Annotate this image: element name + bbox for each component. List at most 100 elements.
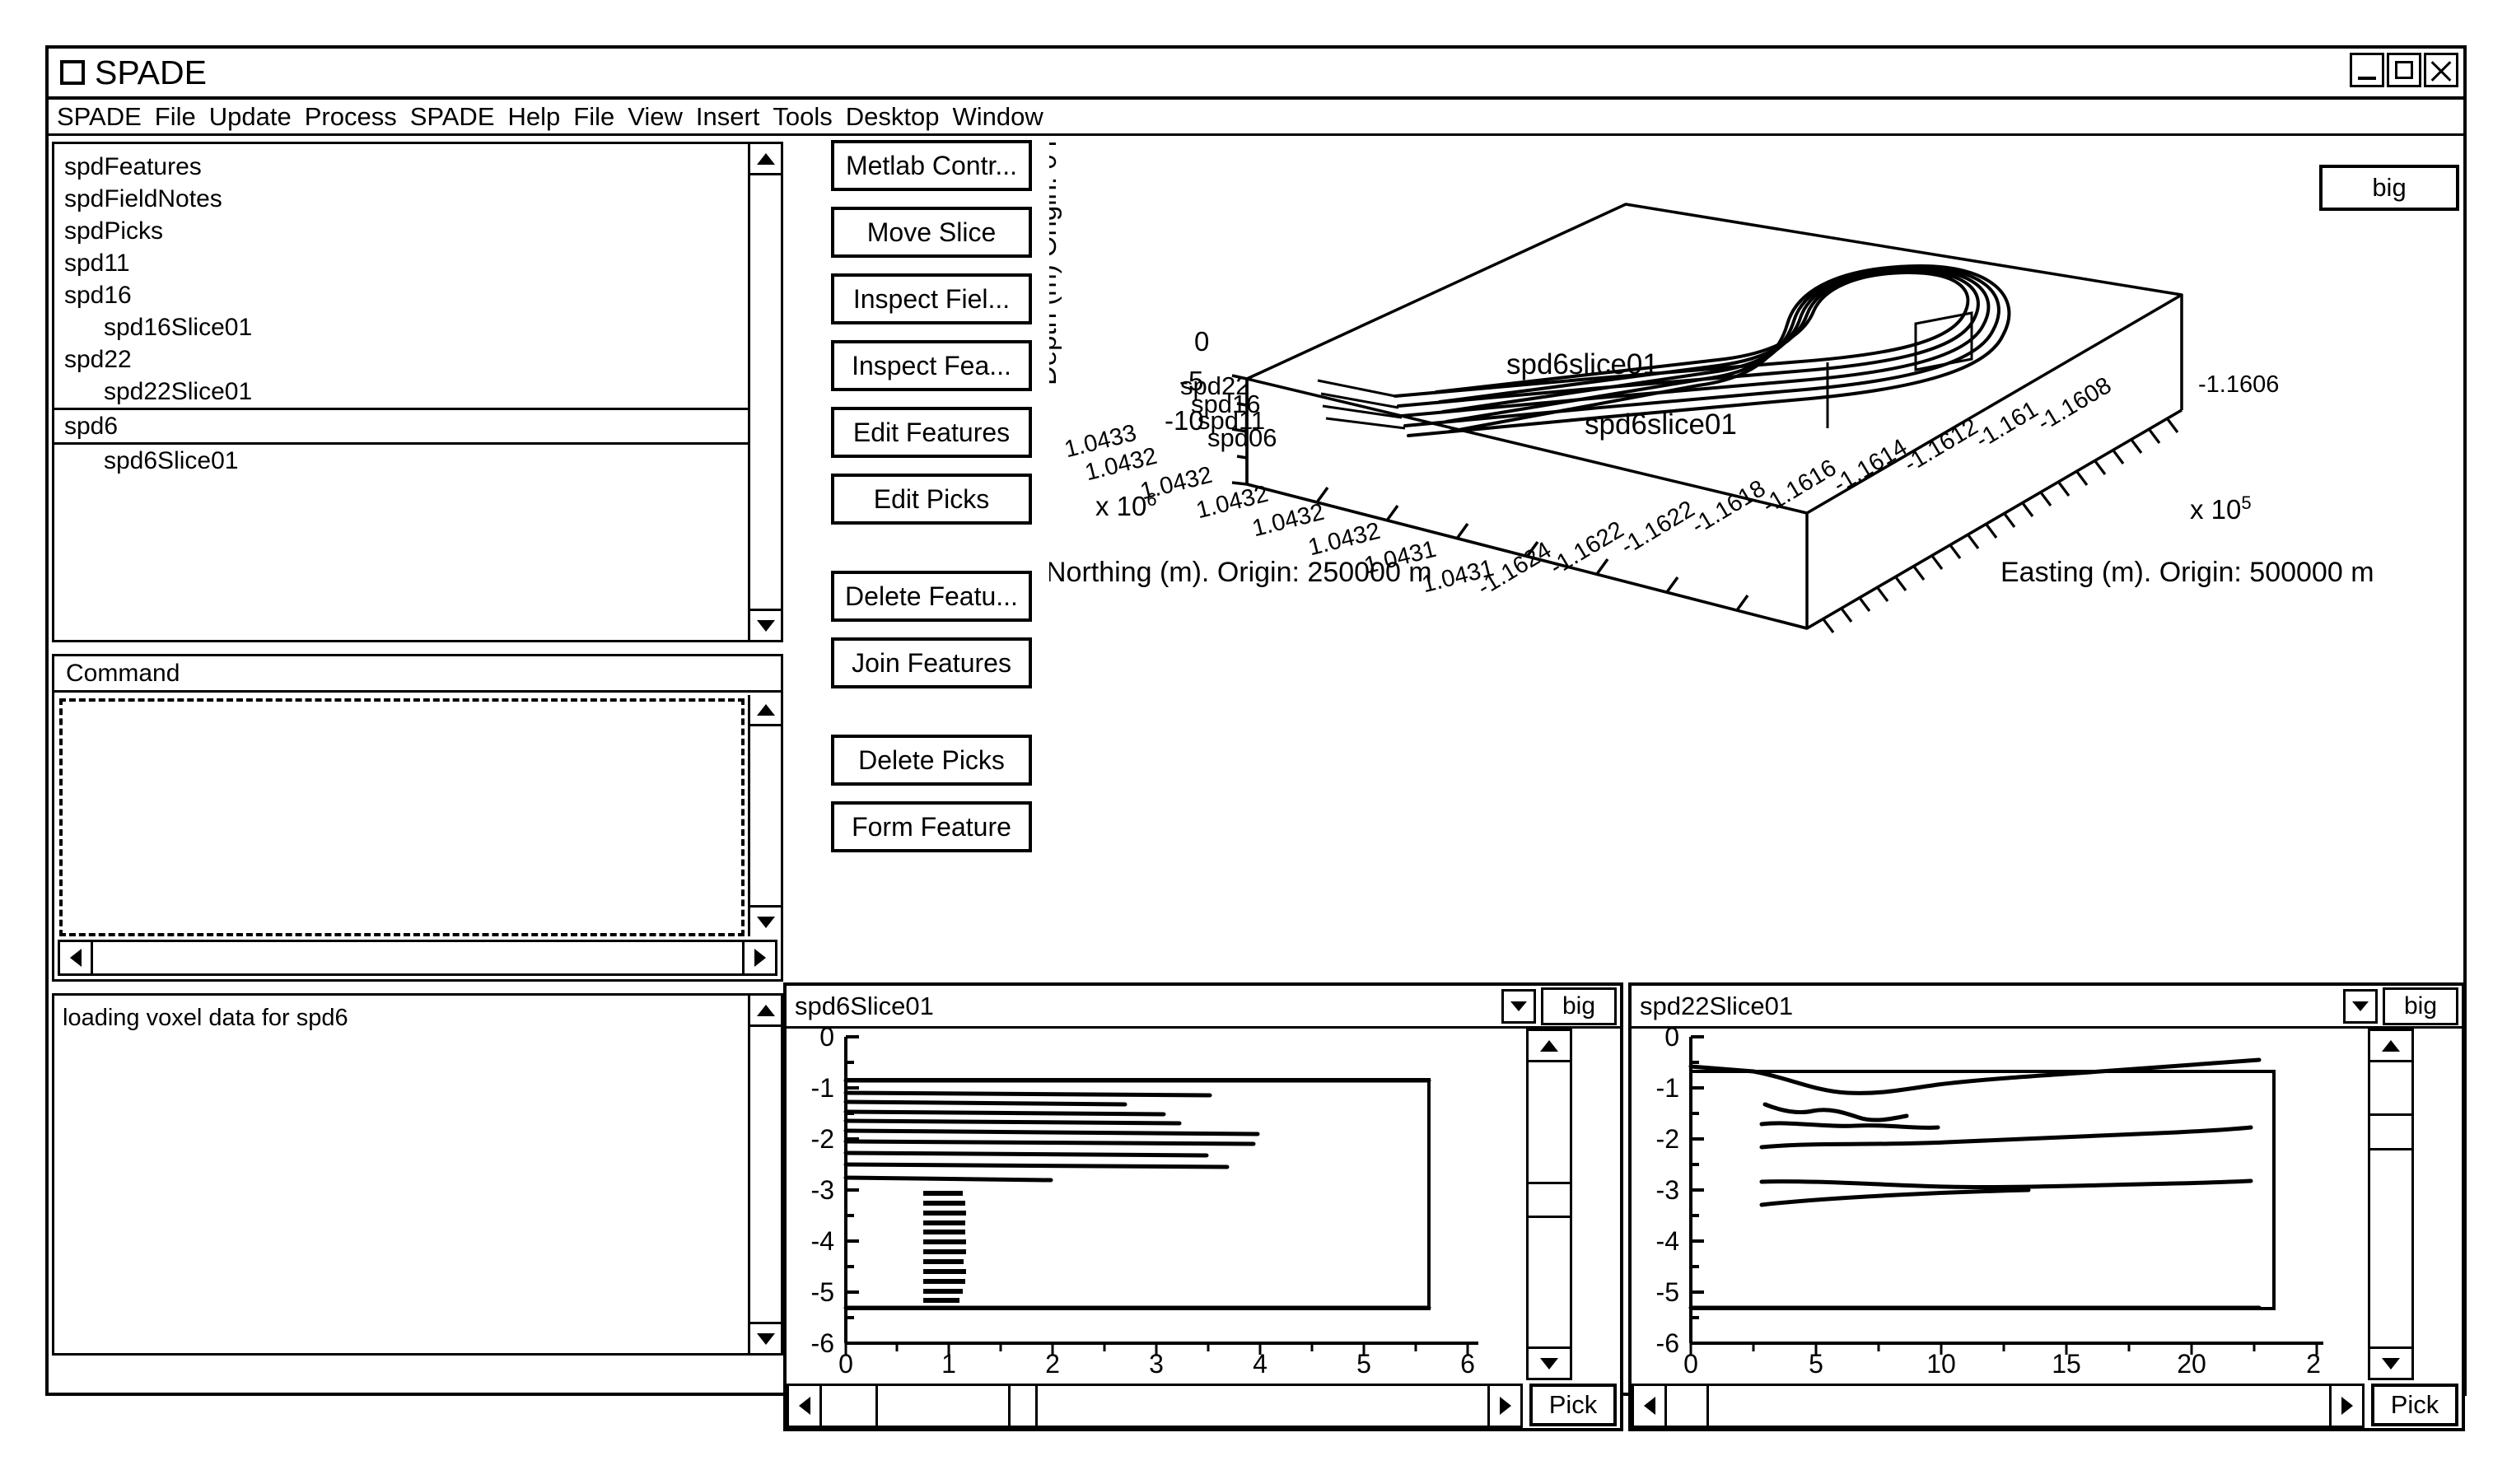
slice-left-big-button[interactable]: big (1541, 987, 1617, 1025)
tree-item-spd16slice01[interactable]: spd16Slice01 (61, 311, 748, 343)
slice-right-vertical-scrollbar[interactable] (2368, 1029, 2414, 1380)
three-d-plot[interactable]: big Depth (m) Origin: 0 -5 -10 spd22 spd… (1049, 138, 2466, 962)
slice-right-ytick-2: -2 (1655, 1124, 1679, 1154)
slice-left-scroll-up-button[interactable] (1529, 1031, 1570, 1062)
title-bar: SPADE (49, 49, 2463, 100)
menu-item-update[interactable]: Update (209, 102, 292, 132)
slice-left-dropdown-button[interactable] (1501, 988, 1536, 1024)
chevron-left-icon (798, 1397, 810, 1415)
chevron-up-icon (756, 1004, 775, 1016)
slice-right-scroll-down-button[interactable] (2370, 1346, 2411, 1378)
chevron-down-icon (2352, 1001, 2369, 1011)
easting-axis-label: Easting (m). Origin: 500000 m (2000, 557, 2374, 588)
menu-item-window[interactable]: Window (953, 102, 1043, 132)
minimize-icon[interactable] (2350, 53, 2384, 87)
window-menu-icon[interactable] (60, 60, 85, 85)
slice-left-chart[interactable]: 0 -1 -2 -3 -4 -5 -6 0 1 2 3 4 5 6 (787, 1024, 1523, 1380)
slice-right-horizontal-scrollbar[interactable] (1632, 1384, 2365, 1428)
join-features-button[interactable]: Join Features (831, 637, 1032, 688)
menu-item-spade-2[interactable]: SPADE (410, 102, 495, 132)
command-scroll-down-button[interactable] (750, 905, 781, 936)
inspect-feature-button[interactable]: Inspect Fea... (831, 340, 1032, 391)
window-controls (2350, 53, 2458, 87)
slice-left-horizontal-scrollbar[interactable] (787, 1384, 1523, 1428)
form-feature-button[interactable]: Form Feature (831, 801, 1032, 852)
menu-item-desktop[interactable]: Desktop (846, 102, 940, 132)
slice-right-scroll-right-button[interactable] (2329, 1386, 2362, 1426)
status-scroll-up-button[interactable] (750, 996, 781, 1027)
slice-right-dropdown-button[interactable] (2343, 988, 2378, 1024)
tree-scroll-down-button[interactable] (750, 609, 781, 640)
tree-item-spd6[interactable]: spd6 (54, 408, 781, 445)
tree-scroll-up-button[interactable] (750, 144, 781, 175)
northing-exponent: x 106 (1095, 491, 1157, 520)
tree-item-spd16[interactable]: spd16 (61, 279, 748, 311)
status-message: loading voxel data for spd6 (63, 1005, 348, 1031)
slice-left-xtick-1: 1 (941, 1349, 956, 1379)
slice-right-hscroll-track[interactable] (1667, 1386, 2329, 1426)
plot3d-big-button[interactable]: big (2319, 165, 2459, 211)
slice-left-scroll-left-button[interactable] (789, 1386, 822, 1426)
northing-axis-label: Northing (m). Origin: 250000 m (1049, 557, 1432, 588)
slice-left-vscroll-divider-2 (1529, 1216, 1570, 1219)
edit-picks-button[interactable]: Edit Picks (831, 474, 1032, 525)
slice-right-vscroll-track[interactable] (2370, 1062, 2411, 1346)
command-scroll-right-button[interactable] (742, 942, 775, 973)
command-hscroll-track[interactable] (93, 942, 742, 973)
delete-features-button[interactable]: Delete Featu... (831, 571, 1032, 622)
maximize-icon[interactable] (2387, 53, 2421, 87)
tree-item-spd22slice01[interactable]: spd22Slice01 (61, 376, 748, 408)
chevron-down-icon (756, 619, 775, 632)
object-tree-list[interactable]: spdFeatures spdFieldNotes spdPicks spd11… (54, 144, 781, 640)
tree-item-spdpicks[interactable]: spdPicks (61, 215, 748, 247)
status-vertical-scrollbar[interactable] (748, 996, 781, 1353)
slice-left-xtick-6: 6 (1460, 1349, 1475, 1379)
inspect-field-button[interactable]: Inspect Fiel... (831, 273, 1032, 324)
slice-left-hscroll-divider-1 (875, 1386, 878, 1426)
slice-left-scroll-right-button[interactable] (1487, 1386, 1520, 1426)
slice-right-pick-button[interactable]: Pick (2371, 1384, 2458, 1426)
status-scroll-down-button[interactable] (750, 1322, 781, 1353)
content-area: spdFeatures spdFieldNotes spdPicks spd11… (49, 138, 2466, 1431)
slice-right-chart[interactable]: 0 -1 -2 -3 -4 -5 -6 0 5 10 15 20 2 (1632, 1024, 2365, 1380)
tree-item-spd22[interactable]: spd22 (61, 343, 748, 376)
slice-left-pick-button[interactable]: Pick (1529, 1384, 1617, 1426)
slice-left-hscroll-divider-2 (1008, 1386, 1011, 1426)
menu-item-insert[interactable]: Insert (696, 102, 760, 132)
metlab-control-button[interactable]: Metlab Contr... (831, 140, 1032, 191)
tree-item-spd11[interactable]: spd11 (61, 247, 748, 279)
chevron-right-icon (754, 949, 766, 967)
slice-right-scroll-left-button[interactable] (1634, 1386, 1667, 1426)
slice-right-hscroll-divider-1 (1706, 1386, 1710, 1426)
menu-item-file-2[interactable]: File (573, 102, 614, 132)
command-vertical-scrollbar[interactable] (748, 695, 781, 936)
slice-left-vscroll-track[interactable] (1529, 1062, 1570, 1346)
command-input[interactable] (59, 698, 745, 936)
slice-left-scroll-down-button[interactable] (1529, 1346, 1570, 1378)
menu-item-process[interactable]: Process (305, 102, 397, 132)
command-scroll-left-button[interactable] (60, 942, 93, 973)
tree-item-spdfieldnotes[interactable]: spdFieldNotes (61, 183, 748, 215)
edit-features-button[interactable]: Edit Features (831, 407, 1032, 458)
tree-item-spdfeatures[interactable]: spdFeatures (61, 151, 748, 183)
slice-right-xtick-3: 15 (2052, 1349, 2081, 1379)
command-scroll-up-button[interactable] (750, 695, 781, 726)
slice-left-header: spd6Slice01 big (787, 986, 1620, 1029)
northing-exponent-base: x 10 (1095, 491, 1147, 521)
menu-item-view[interactable]: View (628, 102, 683, 132)
slice-left-vertical-scrollbar[interactable] (1526, 1029, 1572, 1380)
delete-picks-button[interactable]: Delete Picks (831, 735, 1032, 786)
close-icon[interactable] (2424, 53, 2458, 87)
tree-item-spd6slice01[interactable]: spd6Slice01 (61, 445, 748, 477)
slice-right-scroll-up-button[interactable] (2370, 1031, 2411, 1062)
slice-right-big-button[interactable]: big (2383, 987, 2458, 1025)
command-horizontal-scrollbar[interactable] (58, 940, 777, 976)
menu-item-spade-1[interactable]: SPADE (57, 102, 142, 132)
menu-item-tools[interactable]: Tools (773, 102, 832, 132)
tree-vertical-scrollbar[interactable] (748, 144, 781, 640)
chevron-up-icon (2382, 1039, 2400, 1052)
menu-item-help[interactable]: Help (508, 102, 561, 132)
menu-item-file-1[interactable]: File (155, 102, 196, 132)
slice-left-hscroll-track[interactable] (822, 1386, 1487, 1426)
move-slice-button[interactable]: Move Slice (831, 207, 1032, 258)
